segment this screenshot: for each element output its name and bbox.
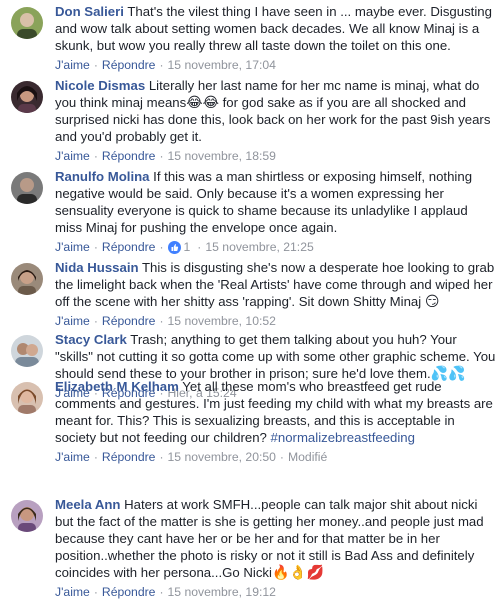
comment-text: Nida Hussain This is disgusting she's no… bbox=[55, 259, 498, 310]
comment-actions: J'aime · Répondre · 15 novembre, 18:59 bbox=[55, 148, 498, 164]
avatar[interactable] bbox=[11, 7, 43, 39]
comment-author[interactable]: Stacy Clark bbox=[55, 332, 127, 347]
comment-text: Nicole Dismas Literally her last name fo… bbox=[55, 77, 498, 145]
like-link[interactable]: J'aime bbox=[55, 313, 90, 329]
comment-text: Ranulfo Molina If this was a man shirtle… bbox=[55, 168, 498, 236]
comment-author[interactable]: Ranulfo Molina bbox=[55, 169, 150, 184]
comment-actions: J'aime · Répondre · 15 novembre, 20:50 · Modif… bbox=[55, 449, 498, 465]
timestamp[interactable]: 15 novembre, 19:12 bbox=[168, 584, 276, 600]
reaction-summary[interactable]: 1 bbox=[167, 239, 191, 255]
comment-actions: J'aime · Répondre · 15 novembre, 19:12 bbox=[55, 584, 498, 600]
reaction-count: 1 bbox=[183, 240, 191, 254]
comment-list: Don Salieri That's the vilest thing I ha… bbox=[0, 0, 503, 599]
edited-label[interactable]: Modifié bbox=[288, 449, 327, 465]
separator: · bbox=[93, 314, 98, 328]
avatar[interactable] bbox=[11, 335, 43, 367]
reply-link[interactable]: Répondre bbox=[102, 584, 156, 600]
avatar[interactable] bbox=[11, 263, 43, 295]
comment-text: Don Salieri That's the vilest thing I ha… bbox=[55, 3, 498, 54]
comment-author[interactable]: Nida Hussain bbox=[55, 260, 139, 275]
separator: · bbox=[279, 450, 284, 464]
timestamp[interactable]: 15 novembre, 20:50 bbox=[168, 449, 276, 465]
separator: · bbox=[93, 149, 98, 163]
emoji: 😂😂 bbox=[186, 94, 219, 110]
comment-author[interactable]: Nicole Dismas bbox=[55, 78, 145, 93]
avatar[interactable] bbox=[11, 500, 43, 532]
comment-author[interactable]: Elizabeth M Kelham bbox=[55, 379, 179, 394]
comment-body: Meela Ann Haters at work SMFH...people c… bbox=[55, 496, 498, 600]
separator: · bbox=[159, 450, 164, 464]
like-link[interactable]: J'aime bbox=[55, 239, 90, 255]
comment-actions: J'aime · Répondre · 15 novembre, 10:52 bbox=[55, 313, 498, 329]
separator: · bbox=[159, 314, 164, 328]
separator: · bbox=[93, 240, 98, 254]
emoji: 🔥👌💋 bbox=[271, 564, 325, 580]
separator: · bbox=[93, 450, 98, 464]
timestamp[interactable]: 15 novembre, 10:52 bbox=[168, 313, 276, 329]
comment-message: Haters at work SMFH...people can talk ma… bbox=[55, 497, 484, 580]
comment-text: Meela Ann Haters at work SMFH...people c… bbox=[55, 496, 498, 581]
separator: · bbox=[159, 240, 164, 254]
like-link[interactable]: J'aime bbox=[55, 57, 90, 73]
comment-text: Elizabeth M Kelham Yet all these mom's w… bbox=[55, 378, 498, 446]
reply-link[interactable]: Répondre bbox=[102, 313, 156, 329]
separator: · bbox=[93, 58, 98, 72]
timestamp[interactable]: 15 novembre, 17:04 bbox=[168, 57, 276, 73]
like-link[interactable]: J'aime bbox=[55, 148, 90, 164]
timestamp[interactable]: 15 novembre, 18:59 bbox=[168, 148, 276, 164]
reply-link[interactable]: Répondre bbox=[102, 57, 156, 73]
separator: · bbox=[159, 58, 164, 72]
reply-link[interactable]: Répondre bbox=[102, 148, 156, 164]
comment-body: Nida Hussain This is disgusting she's no… bbox=[55, 259, 498, 329]
separator: · bbox=[159, 149, 164, 163]
separator: · bbox=[197, 240, 202, 254]
separator: · bbox=[93, 585, 98, 599]
reply-link[interactable]: Répondre bbox=[102, 239, 156, 255]
avatar[interactable] bbox=[11, 172, 43, 204]
avatar[interactable] bbox=[11, 81, 43, 113]
comment-author[interactable]: Don Salieri bbox=[55, 4, 124, 19]
comment-actions: J'aime · Répondre · 1 · 15 novembre, 21:25 bbox=[55, 239, 498, 255]
like-link[interactable]: J'aime bbox=[55, 449, 90, 465]
timestamp[interactable]: 15 novembre, 21:25 bbox=[205, 239, 313, 255]
hashtag-link[interactable]: #normalizebreastfeeding bbox=[271, 430, 415, 445]
like-link[interactable]: J'aime bbox=[55, 584, 90, 600]
comment-body: Don Salieri That's the vilest thing I ha… bbox=[55, 3, 498, 73]
avatar[interactable] bbox=[11, 382, 43, 414]
like-reaction-icon bbox=[167, 240, 181, 254]
comment-body: Elizabeth M Kelham Yet all these mom's w… bbox=[55, 378, 498, 465]
comment-body: Ranulfo Molina If this was a man shirtle… bbox=[55, 168, 498, 255]
reply-link[interactable]: Répondre bbox=[102, 449, 156, 465]
comment-author[interactable]: Meela Ann bbox=[55, 497, 120, 512]
emoji: 😏 bbox=[424, 293, 440, 309]
comment-text: Stacy Clark Trash; anything to get them … bbox=[55, 331, 498, 382]
comment-actions: J'aime · Répondre · 15 novembre, 17:04 bbox=[55, 57, 498, 73]
comment-body: Nicole Dismas Literally her last name fo… bbox=[55, 77, 498, 164]
separator: · bbox=[159, 585, 164, 599]
